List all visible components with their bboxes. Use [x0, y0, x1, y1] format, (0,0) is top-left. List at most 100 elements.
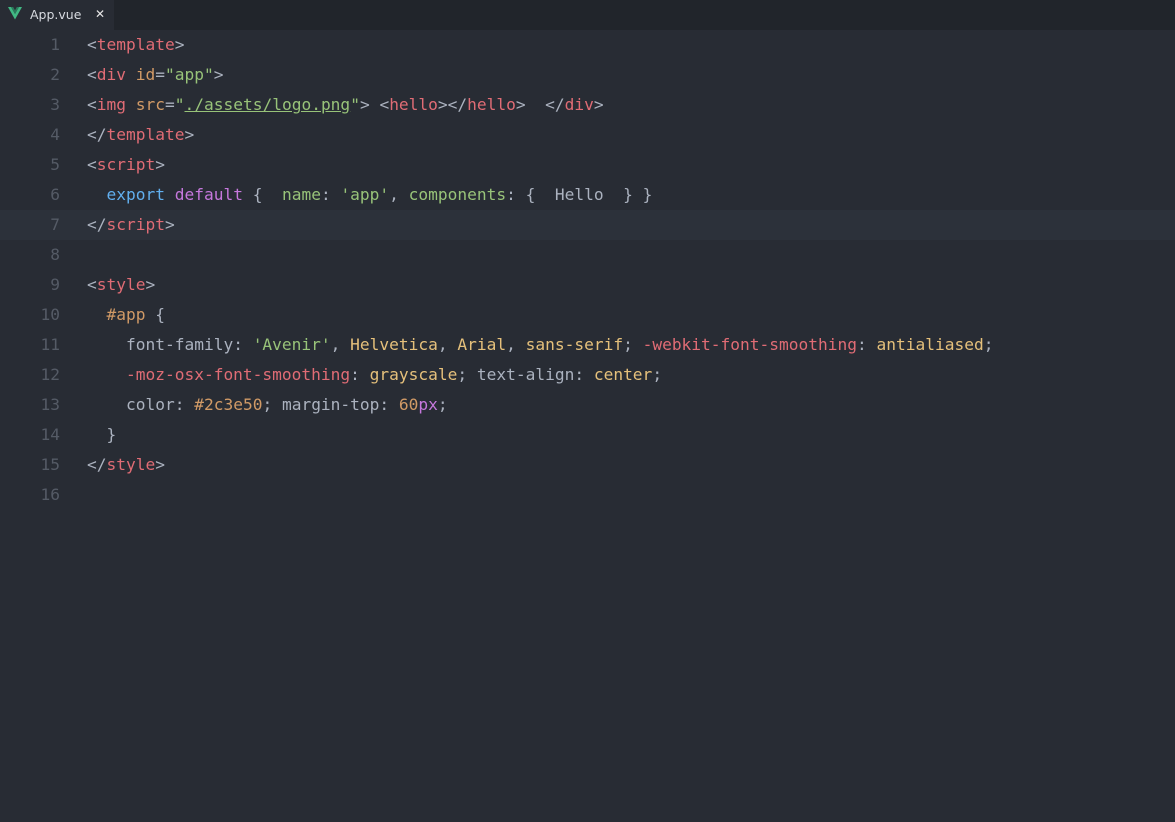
line-number: 1: [50, 35, 60, 54]
code-line[interactable]: 1 <template>: [0, 30, 1175, 60]
code-token: ;: [983, 335, 994, 354]
code-token: sans-serif: [525, 335, 624, 354]
code-token: >: [155, 455, 165, 474]
code-token: ;: [623, 335, 643, 354]
code-token: <: [87, 155, 97, 174]
code-token: antialiased: [876, 335, 984, 354]
line-code: }: [87, 425, 116, 445]
code-token: :: [574, 365, 594, 384]
line-number: 9: [50, 275, 60, 294]
code-line[interactable]: 16: [0, 480, 1175, 510]
code-token: src: [135, 95, 165, 114]
code-line[interactable]: 13 color: #2c3e50; margin-top: 60px;: [0, 390, 1175, 420]
line-number: 8: [50, 245, 60, 264]
code-token: </: [87, 215, 107, 234]
code-token: hello: [467, 95, 516, 114]
code-token: #2c3e50: [194, 395, 263, 414]
code-line[interactable]: 3 <img src="./assets/logo.png"> <hello></…: [0, 90, 1175, 120]
code-line[interactable]: 7 </script>: [0, 210, 1175, 240]
code-token: grayscale: [369, 365, 458, 384]
code-token: :: [350, 365, 370, 384]
code-token: : { Hello } }: [506, 185, 653, 204]
code-token: ,: [330, 335, 351, 354]
code-token: >: [184, 125, 195, 144]
code-token: <: [87, 95, 97, 114]
code-token: Helvetica: [350, 335, 438, 354]
tab-app-vue[interactable]: App.vue ✕: [0, 0, 114, 30]
code-token: >: [174, 35, 185, 54]
code-token: <: [87, 275, 97, 294]
code-token: ;: [262, 395, 282, 414]
line-number: 12: [40, 365, 61, 384]
line-code: <template>: [87, 35, 184, 55]
code-token: img: [96, 95, 126, 114]
line-number: 15: [40, 455, 61, 474]
code-token: components: [408, 185, 507, 204]
code-token: >: [155, 155, 165, 174]
line-number: 4: [50, 125, 60, 144]
code-token: >: [164, 215, 175, 234]
code-line[interactable]: 2 <div id="app">: [0, 60, 1175, 90]
code-token: ;: [437, 395, 448, 414]
close-icon[interactable]: ✕: [95, 6, 105, 22]
code-line[interactable]: 8: [0, 240, 1175, 270]
code-line[interactable]: 10 #app {: [0, 300, 1175, 330]
code-token: text-align: [476, 365, 575, 384]
code-line[interactable]: 15 </style>: [0, 450, 1175, 480]
line-code: color: #2c3e50; margin-top: 60px;: [87, 395, 448, 415]
code-line[interactable]: 11 font-family: 'Avenir', Helvetica, Ari…: [0, 330, 1175, 360]
line-code: #app {: [87, 305, 165, 325]
code-token: 'Avenir': [252, 335, 331, 354]
code-token: id: [135, 65, 156, 84]
code-token: >: [145, 275, 156, 294]
code-token: ,: [506, 335, 526, 354]
code-token: color: [125, 395, 175, 414]
code-token: :: [320, 185, 341, 204]
code-token: > </: [515, 95, 565, 114]
line-number: 10: [40, 305, 61, 324]
code-token: 'app': [340, 185, 390, 204]
line-code: font-family: 'Avenir', Helvetica, Arial,…: [87, 335, 993, 355]
code-line[interactable]: 14 }: [0, 420, 1175, 450]
code-line[interactable]: 4 </template>: [0, 120, 1175, 150]
code-token: hello: [389, 95, 438, 114]
editor-window: App.vue ✕ 1 <template> 2 <div id="app"> 3 <im…: [0, 0, 1175, 822]
code-token: {: [242, 185, 282, 204]
code-editor[interactable]: 1 <template> 2 <div id="app"> 3 <img src="./a…: [0, 30, 1175, 822]
code-line[interactable]: 9 <style>: [0, 270, 1175, 300]
code-token: export: [106, 185, 165, 204]
code-token: div: [564, 95, 594, 114]
code-token: ;: [457, 365, 477, 384]
line-code: <img src="./assets/logo.png"> <hello></h…: [87, 95, 604, 115]
code-token: :: [233, 335, 253, 354]
code-token: script: [96, 155, 156, 174]
tab-title: App.vue: [30, 7, 82, 22]
line-number: 2: [50, 65, 60, 84]
code-token: default: [174, 185, 243, 204]
code-token: 60: [398, 395, 419, 414]
line-number: 7: [50, 215, 60, 234]
code-line[interactable]: 5 <script>: [0, 150, 1175, 180]
code-token: ./assets/logo.png: [184, 95, 351, 114]
tab-bar: App.vue ✕: [0, 0, 1175, 30]
code-token: #app: [106, 305, 146, 324]
code-token: template: [106, 125, 185, 144]
code-token: <: [87, 65, 97, 84]
code-token: name: [281, 185, 321, 204]
line-code: export default { name: 'app', components…: [87, 185, 653, 205]
code-token: ": [174, 95, 185, 114]
line-code: <script>: [87, 155, 165, 175]
code-token: center: [593, 365, 653, 384]
code-line[interactable]: 6 export default { name: 'app', componen…: [0, 180, 1175, 210]
line-code: -moz-osx-font-smoothing: grayscale; text…: [87, 365, 662, 385]
code-line[interactable]: 12 -moz-osx-font-smoothing: grayscale; t…: [0, 360, 1175, 390]
code-token: Arial: [457, 335, 507, 354]
line-code: </template>: [87, 125, 194, 145]
code-token: {: [145, 305, 165, 324]
code-token: margin-top: [281, 395, 380, 414]
